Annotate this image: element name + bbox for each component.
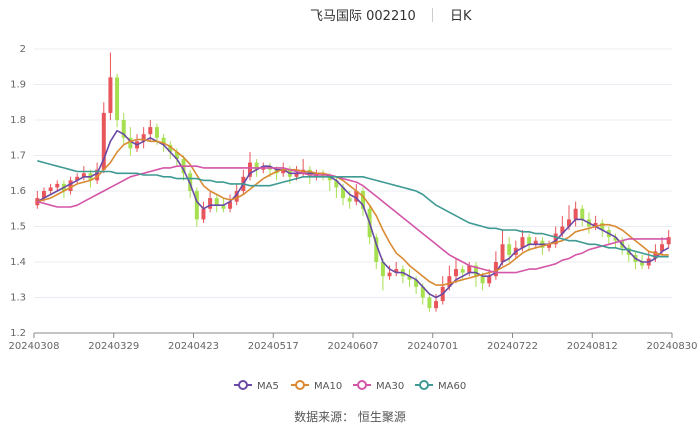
y-tick-label: 1.3 [10, 293, 26, 304]
kline-chart: 1.2 1.3 1.4 1.5 1.6 1.7 1.8 1.9 2 20240308 202403… [9, 44, 698, 392]
candle-body [55, 183, 60, 188]
candle [400, 265, 405, 284]
candle [600, 219, 605, 238]
legend-marker [357, 380, 367, 390]
legend-label: MA5 [257, 381, 279, 392]
candle-body [527, 237, 532, 245]
x-tick-label: 20240329 [88, 341, 139, 352]
candle-body [115, 77, 120, 120]
candle [108, 52, 113, 120]
candle-body [573, 208, 578, 220]
candle [88, 169, 93, 188]
candle [580, 205, 585, 227]
legend-label: MA10 [314, 381, 342, 392]
candle [606, 226, 611, 245]
candle-body [201, 208, 206, 220]
y-tick-label: 1.8 [10, 115, 26, 126]
candle [394, 262, 399, 277]
candle [547, 240, 552, 252]
x-tick-label: 20240830 [647, 341, 698, 352]
candle-body [427, 297, 432, 309]
legend-marker [238, 380, 248, 390]
x-tick-label: 20240701 [407, 341, 458, 352]
legend-marker [295, 380, 305, 390]
candle-body [507, 244, 512, 255]
candle [35, 191, 40, 209]
x-tick-label: 20240308 [9, 341, 60, 352]
x-tick-label: 20240607 [328, 341, 379, 352]
candle-body [194, 191, 199, 220]
candle-body [387, 272, 392, 277]
candle [141, 127, 146, 149]
y-tick-label: 1.2 [10, 328, 26, 339]
candle [407, 269, 412, 287]
candle-body [154, 127, 159, 138]
candle-body [460, 269, 465, 273]
candle [360, 187, 365, 216]
y-tick-label: 1.9 [10, 80, 26, 91]
candle [61, 180, 66, 199]
x-tick-label: 20240812 [567, 341, 618, 352]
candle [513, 240, 518, 259]
candle [500, 230, 505, 266]
legend-item-ma30[interactable]: MA30 [353, 380, 404, 392]
candle [201, 201, 206, 223]
candle-body [480, 276, 485, 284]
candle-body [434, 301, 439, 309]
candle [533, 237, 538, 248]
candle [354, 183, 359, 206]
candle [427, 293, 432, 312]
x-tick-label: 20240517 [248, 341, 299, 352]
candle [135, 134, 140, 152]
y-tick-label: 1.6 [10, 186, 26, 197]
candle [68, 176, 73, 195]
candle-body [347, 198, 352, 202]
candle-body [48, 187, 53, 191]
candle-body [68, 180, 73, 191]
y-tick-label: 1.4 [10, 257, 26, 268]
candle [633, 251, 638, 270]
y-tick-label: 1.5 [10, 222, 26, 233]
candle-body [214, 198, 219, 206]
candle-body [454, 269, 459, 277]
candle [573, 201, 578, 227]
chart-stage: 飞马国际 002210 日K 1.2 1.3 1.4 1.5 1.6 1.7 1.8 1.9 2… [0, 0, 700, 426]
legend-marker [419, 380, 429, 390]
candle [75, 173, 80, 184]
legend-label: MA60 [438, 381, 466, 392]
candle [194, 187, 199, 227]
candle [121, 112, 126, 145]
legend-label: MA30 [376, 381, 404, 392]
x-tick-label: 20240722 [487, 341, 538, 352]
y-tick-label: 1.7 [10, 151, 26, 162]
candle [228, 194, 233, 213]
legend-item-ma5[interactable]: MA5 [234, 380, 279, 392]
candle-body [148, 127, 153, 135]
data-source: 数据来源： 恒生聚源 [294, 410, 406, 424]
candle [214, 194, 219, 213]
candle-body [487, 276, 492, 284]
candle-body [208, 198, 213, 209]
legend-item-ma10[interactable]: MA10 [291, 380, 342, 392]
candle [493, 251, 498, 280]
legend-item-ma60[interactable]: MA60 [415, 380, 466, 392]
candle-body [580, 208, 585, 220]
candle-body [500, 244, 505, 262]
candle-body [108, 77, 113, 113]
candle [208, 191, 213, 213]
x-tick-label: 20240423 [168, 341, 219, 352]
candle [440, 276, 445, 305]
candle [473, 262, 478, 287]
y-tick-label: 2 [20, 44, 26, 55]
candle [115, 73, 120, 128]
